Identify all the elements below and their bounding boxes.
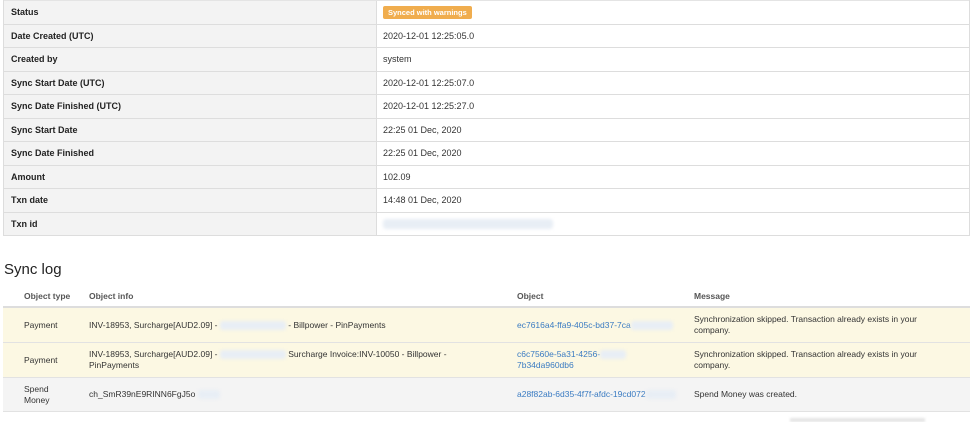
detail-value: 22:25 01 Dec, 2020 <box>383 124 462 135</box>
sync-details-table: Status Synced with warnings Date Created… <box>3 0 970 236</box>
detail-row-created-by: Created by system <box>4 47 969 71</box>
redacted-text <box>219 350 286 360</box>
column-header-message: Message <box>694 290 730 301</box>
redacted-text <box>645 390 676 400</box>
object-type: Payment <box>24 354 58 365</box>
detail-row-sync-start: Sync Start Date 22:25 01 Dec, 2020 <box>4 117 969 141</box>
column-header-object-info: Object info <box>89 290 134 301</box>
detail-value <box>377 213 969 236</box>
log-message: Synchronization skipped. Transaction alr… <box>694 349 918 370</box>
detail-value: 102.09 <box>383 171 411 182</box>
log-message: Synchronization skipped. Transaction alr… <box>694 314 918 335</box>
table-row: Spend Money ch_SmR39nE9RINN6FgJ5o a28f82… <box>3 378 970 412</box>
object-info-part: INV-18953, Surcharge[AUD2.09] - <box>89 319 218 330</box>
object-info: INV-18953, Surcharge[AUD2.09] - - Billpo… <box>89 320 517 331</box>
detail-value: 2020-12-01 12:25:27.0 <box>383 101 475 112</box>
log-message: Spend Money was created. <box>694 389 798 399</box>
detail-label: Amount <box>4 165 377 188</box>
detail-label: Date Created (UTC) <box>4 24 377 47</box>
detail-label: Sync Start Date (UTC) <box>4 71 377 94</box>
detail-value: system <box>383 54 412 65</box>
detail-row-sync-finished: Sync Date Finished 22:25 01 Dec, 2020 <box>4 141 969 165</box>
redacted-text <box>600 350 627 360</box>
detail-row-status: Status Synced with warnings <box>4 0 969 24</box>
status-badge: Synced with warnings <box>383 5 472 19</box>
detail-row-txn-id: Txn id <box>4 211 969 236</box>
detail-value: Synced with warnings <box>377 1 969 24</box>
detail-label: Sync Date Finished (UTC) <box>4 95 377 118</box>
column-header-object: Object <box>517 290 544 301</box>
object-link[interactable]: a28f82ab-6d35-4f7f-afdc-19cd072 <box>517 389 694 400</box>
detail-value: 2020-12-01 12:25:07.0 <box>383 77 475 88</box>
object-type: Spend Money <box>24 383 50 405</box>
detail-label: Sync Start Date <box>4 118 377 141</box>
object-link[interactable]: c6c7560e-5a31-4256- 7b34da960db6 <box>517 349 694 371</box>
sync-log-table: Object type Object info Object Message P… <box>3 286 970 412</box>
redacted-txn-id <box>383 218 553 229</box>
table-row: Payment INV-18953, Surcharge[AUD2.09] - … <box>3 343 970 378</box>
detail-label: Txn id <box>4 212 377 235</box>
object-info: INV-18953, Surcharge[AUD2.09] - Surcharg… <box>89 349 517 371</box>
object-type: Payment <box>24 319 58 330</box>
detail-row-amount: Amount 102.09 <box>4 164 969 188</box>
detail-label: Txn date <box>4 189 377 212</box>
detail-row-txn-date: Txn date 14:48 01 Dec, 2020 <box>4 188 969 212</box>
object-info-part: ch_SmR39nE9RINN6FgJ5o <box>89 389 196 399</box>
redacted-footer <box>790 418 925 422</box>
detail-value: 22:25 01 Dec, 2020 <box>383 148 462 159</box>
redacted-text <box>219 320 286 330</box>
detail-label: Created by <box>4 48 377 71</box>
redacted-text <box>197 390 220 400</box>
object-info-part: - Billpower - PinPayments <box>288 319 386 330</box>
column-header-object-type: Object type <box>24 290 71 301</box>
detail-label: Status <box>4 1 377 24</box>
detail-label: Sync Date Finished <box>4 142 377 165</box>
sync-log-title: Sync log <box>4 261 62 278</box>
sync-log-header: Object type Object info Object Message <box>3 286 970 308</box>
detail-row-sync-finished-utc: Sync Date Finished (UTC) 2020-12-01 12:2… <box>4 94 969 118</box>
detail-row-sync-start-utc: Sync Start Date (UTC) 2020-12-01 12:25:0… <box>4 70 969 94</box>
object-info-part: INV-18953, Surcharge[AUD2.09] - <box>89 349 218 359</box>
detail-row-date-created-utc: Date Created (UTC) 2020-12-01 12:25:05.0 <box>4 23 969 47</box>
object-info: ch_SmR39nE9RINN6FgJ5o <box>89 389 517 400</box>
object-link[interactable]: ec7616a4-ffa9-405c-bd37-7ca <box>517 320 694 331</box>
table-row: Payment INV-18953, Surcharge[AUD2.09] - … <box>3 308 970 343</box>
detail-value: 14:48 01 Dec, 2020 <box>383 195 462 206</box>
detail-value: 2020-12-01 12:25:05.0 <box>383 30 475 41</box>
redacted-text <box>630 320 673 330</box>
